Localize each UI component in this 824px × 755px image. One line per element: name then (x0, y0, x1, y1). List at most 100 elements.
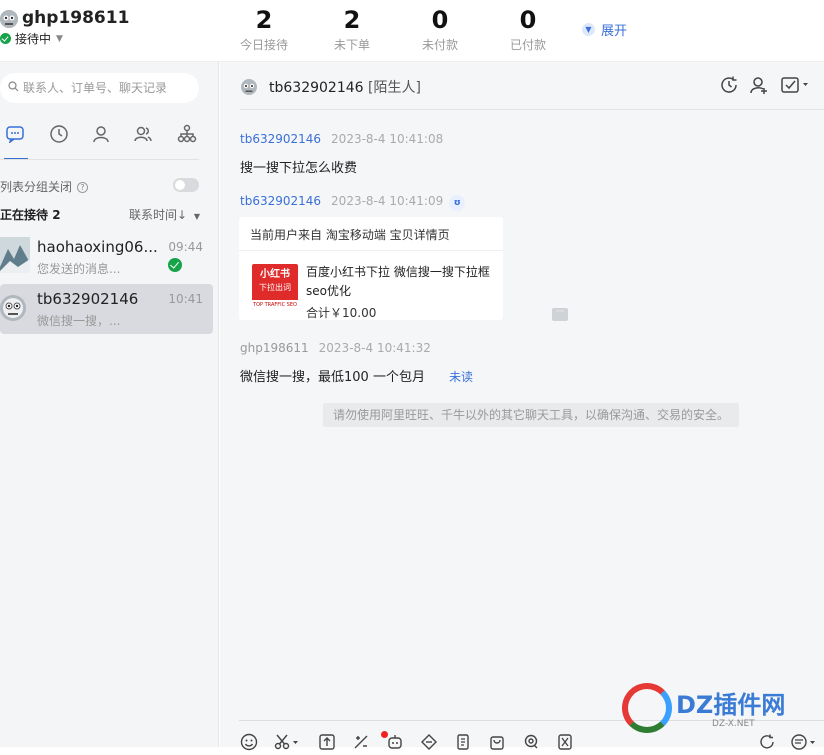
divider (0, 159, 199, 160)
message-meta: ghp198611 2023-8-4 10:41:32 (240, 341, 431, 355)
tab-groups[interactable] (128, 122, 158, 150)
contact-name: tb632902146 (269, 80, 364, 96)
conversation-preview: 您发送的消息... (37, 262, 121, 276)
upload-file-button[interactable] (317, 734, 337, 754)
group-toggle-switch[interactable] (173, 178, 199, 192)
product-title: 百度小红书下拉 微信搜一搜下拉框seo优化 (306, 265, 490, 298)
message-meta: tb632902146 2023-8-4 10:41:08 (240, 132, 443, 146)
location-button[interactable] (521, 734, 541, 754)
stat-value: 0 (431, 6, 449, 34)
search-input[interactable] (23, 81, 188, 95)
chat-contact-title[interactable]: tb632902146 [陌生人] (269, 77, 421, 97)
history-button[interactable] (718, 76, 740, 98)
chat-panel: tb632902146 [陌生人] tb632902146 2023-8-4 1… (220, 62, 824, 751)
help-icon[interactable]: ? (77, 182, 89, 193)
task-button[interactable] (778, 76, 812, 98)
watermark-domain: DZ-X.NET (712, 719, 755, 729)
group-toggle-row: 列表分组关闭? (0, 178, 199, 194)
serving-count: 2 (52, 208, 61, 222)
person-icon (91, 124, 111, 148)
tab-chats[interactable] (0, 122, 30, 150)
robot-icon (386, 733, 404, 755)
notification-dot (381, 731, 388, 738)
hourglass-button[interactable] (555, 734, 575, 754)
card-source-text: 当前用户来自 淘宝移动端 宝贝详情页 (250, 228, 450, 242)
message-time: 2023-8-4 10:41:09 (331, 194, 444, 208)
add-user-icon (749, 75, 769, 99)
emoji-button[interactable] (239, 733, 259, 755)
stat-today-received[interactable]: 2 今日接待 (229, 6, 299, 53)
robot-assistant-button[interactable] (385, 734, 405, 754)
document-icon (454, 733, 472, 755)
chat-header: tb632902146 [陌生人] (240, 62, 824, 110)
thumb-line-2: 下拉出词 (259, 283, 291, 292)
watermark-brand: DZ插件网 (676, 691, 786, 719)
avatar (0, 237, 30, 273)
expand-button[interactable]: ▼ 展开 (582, 20, 627, 39)
tab-organization[interactable] (172, 122, 202, 150)
group-toggle-label: 列表分组关闭 (0, 180, 73, 194)
stat-unpaid[interactable]: 0 未付款 (405, 6, 475, 53)
unread-status: 未读 (449, 370, 474, 384)
conversation-time: 09:44 (168, 240, 203, 254)
message-sender: ghp198611 (240, 341, 309, 355)
conversation-time: 10:41 (168, 292, 203, 306)
product-price: 合计￥10.00 (306, 306, 377, 320)
bag-icon (488, 733, 506, 755)
thumb-line-3: TOP TRAFFIC SEO (252, 300, 298, 310)
emoji-icon (240, 733, 258, 755)
order-button[interactable] (453, 734, 473, 754)
tab-recent[interactable] (44, 122, 74, 150)
shield-icon: ʊ (449, 195, 466, 211)
stat-value: 2 (255, 6, 273, 34)
scissors-icon (274, 733, 300, 755)
conversation-name: tb632902146 (37, 290, 139, 308)
message-sender[interactable]: tb632902146 (240, 132, 321, 146)
quick-phrase-button[interactable] (351, 734, 371, 754)
watermark-logo-icon (622, 683, 672, 733)
product-card[interactable]: 当前用户来自 淘宝移动端 宝贝详情页 小红书 下拉出词 TOP TRAFFIC … (239, 217, 503, 320)
stat-label: 未下单 (333, 38, 370, 52)
stat-value: 2 (343, 6, 361, 34)
top-bar: ghp198611 接待中 ▼ 2 今日接待 2 未下单 0 未付款 0 已付款… (0, 0, 824, 62)
search-box[interactable] (0, 73, 199, 103)
expand-label: 展开 (601, 24, 628, 39)
sort-selector[interactable]: 联系时间↓ ▼ (129, 206, 200, 223)
replied-check-icon (168, 258, 182, 272)
stat-not-ordered[interactable]: 2 未下单 (317, 6, 387, 53)
clock-icon (49, 124, 69, 148)
upload-icon (318, 733, 336, 755)
hourglass-icon (556, 733, 574, 755)
group-icon (133, 124, 153, 148)
conversation-item[interactable]: haohaoxing06... 您发送的消息... 09:44 (0, 232, 213, 282)
add-contact-button[interactable] (748, 76, 770, 98)
task-check-icon (780, 75, 810, 99)
message-text: 微信搜一搜，最低100 一个包月 (240, 370, 425, 385)
screenshot-button[interactable] (273, 734, 301, 754)
org-tree-icon (177, 124, 197, 148)
conversation-item-selected[interactable]: tb632902146 微信搜一搜，... 10:41 (0, 284, 213, 334)
product-thumbnail[interactable]: 小红书 下拉出词 TOP TRAFFIC SEO (252, 264, 298, 310)
message-text: 搜一搜下拉怎么收费 (240, 161, 358, 176)
thumb-line-1: 小红书 (260, 269, 290, 280)
tab-contacts[interactable] (86, 122, 116, 150)
online-status-icon (0, 33, 11, 44)
robot-avatar-icon (240, 78, 258, 96)
chevron-down-icon: ▼ (582, 23, 595, 36)
robot-avatar-icon (0, 289, 30, 325)
contact-tag: [陌生人] (368, 80, 421, 96)
invite-order-button[interactable] (487, 734, 507, 754)
conversation-preview: 微信搜一搜，... (37, 314, 121, 328)
message-sender[interactable]: tb632902146 (240, 194, 321, 208)
history-clock-icon (719, 75, 739, 99)
stat-paid[interactable]: 0 已付款 (493, 6, 563, 53)
coupon-button[interactable] (419, 734, 439, 754)
message-meta: tb632902146 2023-8-4 10:41:09 ʊ (240, 194, 466, 211)
message-time: 2023-8-4 10:41:32 (318, 341, 431, 355)
status-selector[interactable]: 接待中 ▼ (0, 30, 63, 47)
chat-bubble-icon (5, 125, 25, 147)
sidebar: 列表分组关闭? 正在接待 2 联系时间↓ ▼ haohaoxing06... 您… (0, 62, 219, 747)
more-options-icon[interactable]: ··· (552, 308, 568, 321)
stat-label: 已付款 (509, 38, 546, 52)
location-icon (522, 733, 540, 755)
